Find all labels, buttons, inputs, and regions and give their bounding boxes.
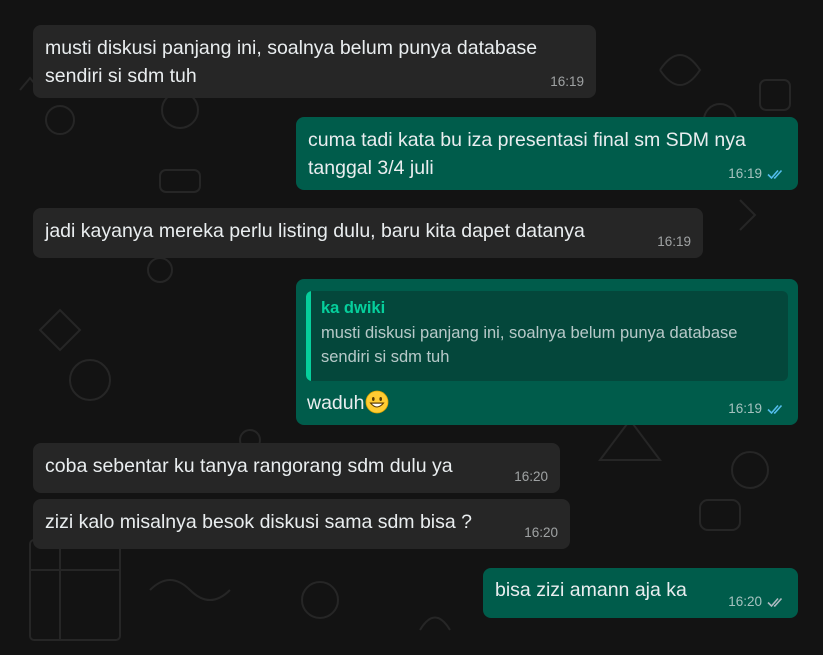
quoted-author: ka dwiki <box>321 299 386 317</box>
message-text: cuma tadi kata bu iza presentasi final s… <box>308 129 746 179</box>
message-text: zizi kalo misalnya besok diskusi sama sd… <box>45 511 473 533</box>
message-time: 16:19 <box>657 234 691 249</box>
message-time: 16:20 <box>728 594 762 609</box>
quoted-text: musti diskusi panjang ini, soalnya belum… <box>321 324 738 366</box>
message-text: waduh <box>307 392 365 414</box>
message-time: 16:19 <box>550 74 584 89</box>
message-time: 16:19 <box>728 166 762 181</box>
outgoing-reply-message[interactable]: ka dwiki musti diskusi panjang ini, soal… <box>296 279 798 425</box>
incoming-message[interactable]: zizi kalo misalnya besok diskusi sama sd… <box>33 499 570 549</box>
double-check-read-icon <box>767 404 783 415</box>
grinning-face-emoji <box>366 390 389 414</box>
message-text: musti diskusi panjang ini, soalnya belum… <box>45 37 538 87</box>
double-check-delivered-icon <box>767 597 783 608</box>
quote-accent-bar <box>306 291 311 381</box>
double-check-read-icon <box>767 169 783 180</box>
quoted-message[interactable]: ka dwiki musti diskusi panjang ini, soal… <box>306 291 788 381</box>
message-time: 16:20 <box>524 525 558 540</box>
message-time: 16:20 <box>514 469 548 484</box>
outgoing-message[interactable]: cuma tadi kata bu iza presentasi final s… <box>296 117 798 190</box>
incoming-message[interactable]: coba sebentar ku tanya rangorang sdm dul… <box>33 443 560 493</box>
incoming-message[interactable]: jadi kayanya mereka perlu listing dulu, … <box>33 208 703 258</box>
message-text: coba sebentar ku tanya rangorang sdm dul… <box>45 455 453 477</box>
incoming-message[interactable]: musti diskusi panjang ini, soalnya belum… <box>33 25 596 98</box>
message-time: 16:19 <box>728 401 762 416</box>
outgoing-message[interactable]: bisa zizi amann aja ka 16:20 <box>483 568 798 618</box>
message-text: jadi kayanya mereka perlu listing dulu, … <box>45 220 585 242</box>
